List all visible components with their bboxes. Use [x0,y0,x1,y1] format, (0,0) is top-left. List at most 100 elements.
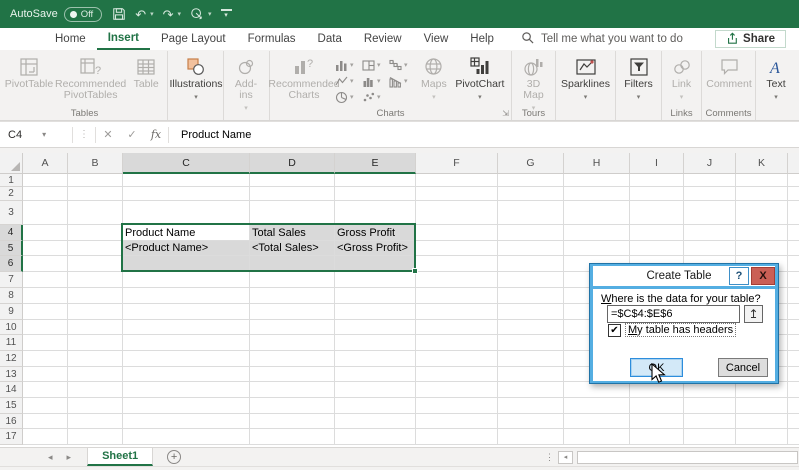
cell-B5[interactable] [68,241,123,256]
cell-K2[interactable] [736,187,788,201]
cell-F16[interactable] [416,414,498,429]
cell-D9[interactable] [250,304,335,320]
cell-J14[interactable] [684,382,736,398]
add-sheet-icon[interactable]: + [167,450,181,464]
cell-E8[interactable] [335,288,416,304]
row-header-10[interactable]: 10 [0,320,23,335]
cell-F2[interactable] [416,187,498,201]
cell-K14[interactable] [736,382,788,398]
scroll-left-icon[interactable]: ◂ [558,451,573,464]
cell-B7[interactable] [68,272,123,288]
row-header-12[interactable]: 12 [0,351,23,367]
cell-H3[interactable] [564,201,630,225]
redo-icon[interactable]: ↷ [163,8,174,21]
cell-C7[interactable] [123,272,250,288]
insert-pie-chart-button[interactable]: ▾ [335,89,362,105]
cell-G14[interactable] [498,382,564,398]
cell-G7[interactable] [498,272,564,288]
cell-K3[interactable] [736,201,788,225]
row-header-13[interactable]: 13 [0,367,23,382]
cell-D2[interactable] [250,187,335,201]
pivotchart-button[interactable]: PivotChart ▾ [452,53,508,104]
cell-B14[interactable] [68,382,123,398]
column-header-D[interactable]: D [250,153,335,174]
cell-F6[interactable] [416,256,498,272]
maps-button[interactable]: Maps ▾ [416,53,452,104]
cell-B17[interactable] [68,429,123,445]
insert-line-chart-button[interactable]: ▾ [335,73,362,89]
share-button[interactable]: Share [715,30,786,48]
cell-C17[interactable] [123,429,250,445]
cell-H5[interactable] [564,241,630,256]
cell-17[interactable] [788,429,799,445]
name-box[interactable]: C4 ▾ [0,122,72,147]
insert-scatter-chart-button[interactable]: ▾ [362,89,389,105]
prev-sheet-icon[interactable]: ◂ [48,452,53,463]
select-all-corner[interactable] [0,153,23,174]
cell-G8[interactable] [498,288,564,304]
cell-H17[interactable] [564,429,630,445]
cell-E11[interactable] [335,335,416,351]
cell-K16[interactable] [736,414,788,429]
range-picker-icon[interactable]: ↥ [744,305,763,323]
confirm-entry-icon[interactable]: ✓ [120,128,144,141]
cell-I16[interactable] [630,414,684,429]
next-sheet-icon[interactable]: ▸ [67,452,72,463]
cell-A15[interactable] [23,398,68,414]
cell-10[interactable] [788,320,799,335]
filters-button[interactable]: Filters ▾ [619,53,658,104]
cell-F14[interactable] [416,382,498,398]
cell-B11[interactable] [68,335,123,351]
cell-H14[interactable] [564,382,630,398]
cell-1[interactable] [788,174,799,187]
cell-G10[interactable] [498,320,564,335]
cell-F3[interactable] [416,201,498,225]
cell-H2[interactable] [564,187,630,201]
cell-F9[interactable] [416,304,498,320]
dialog-help-button[interactable]: ? [729,267,749,285]
row-header-11[interactable]: 11 [0,335,23,351]
cell-G4[interactable] [498,225,564,241]
cell-A10[interactable] [23,320,68,335]
cell-D16[interactable] [250,414,335,429]
cell-E4[interactable]: Gross Profit [335,225,416,241]
cell-A11[interactable] [23,335,68,351]
cell-4[interactable] [788,225,799,241]
cell-E6[interactable] [335,256,416,272]
cell-E9[interactable] [335,304,416,320]
cell-G3[interactable] [498,201,564,225]
cell-I17[interactable] [630,429,684,445]
redo-caret-icon[interactable]: ▾ [178,10,182,18]
cell-F11[interactable] [416,335,498,351]
cell-D5[interactable]: <Total Sales> [250,241,335,256]
3d-map-button[interactable]: 3D Map ▾ [515,53,552,115]
cell-D3[interactable] [250,201,335,225]
scrollbar-thumb[interactable] [577,451,798,464]
row-header-9[interactable]: 9 [0,304,23,320]
cell-A17[interactable] [23,429,68,445]
cell-G16[interactable] [498,414,564,429]
customize-toolbar-icon[interactable]: ▾ [221,9,232,19]
row-header-1[interactable]: 1 [0,174,23,187]
cell-F10[interactable] [416,320,498,335]
insert-column-chart-button[interactable]: ▾ [335,57,362,73]
column-header-A[interactable]: A [23,153,68,174]
cell-D7[interactable] [250,272,335,288]
cell-8[interactable] [788,288,799,304]
cell-I4[interactable] [630,225,684,241]
sparklines-button[interactable]: Sparklines ▾ [559,53,612,104]
column-header-B[interactable]: B [68,153,123,174]
cell-A14[interactable] [23,382,68,398]
cell-C13[interactable] [123,367,250,382]
cell-E15[interactable] [335,398,416,414]
insert-waterfall-chart-button[interactable]: ▾ [389,57,416,73]
cell-C2[interactable] [123,187,250,201]
cell-5[interactable] [788,241,799,256]
cell-A3[interactable] [23,201,68,225]
cell-F5[interactable] [416,241,498,256]
cell-C16[interactable] [123,414,250,429]
cell-F15[interactable] [416,398,498,414]
cell-B1[interactable] [68,174,123,187]
insert-combo-chart-button[interactable]: ▾ [389,73,416,89]
cell-A6[interactable] [23,256,68,272]
